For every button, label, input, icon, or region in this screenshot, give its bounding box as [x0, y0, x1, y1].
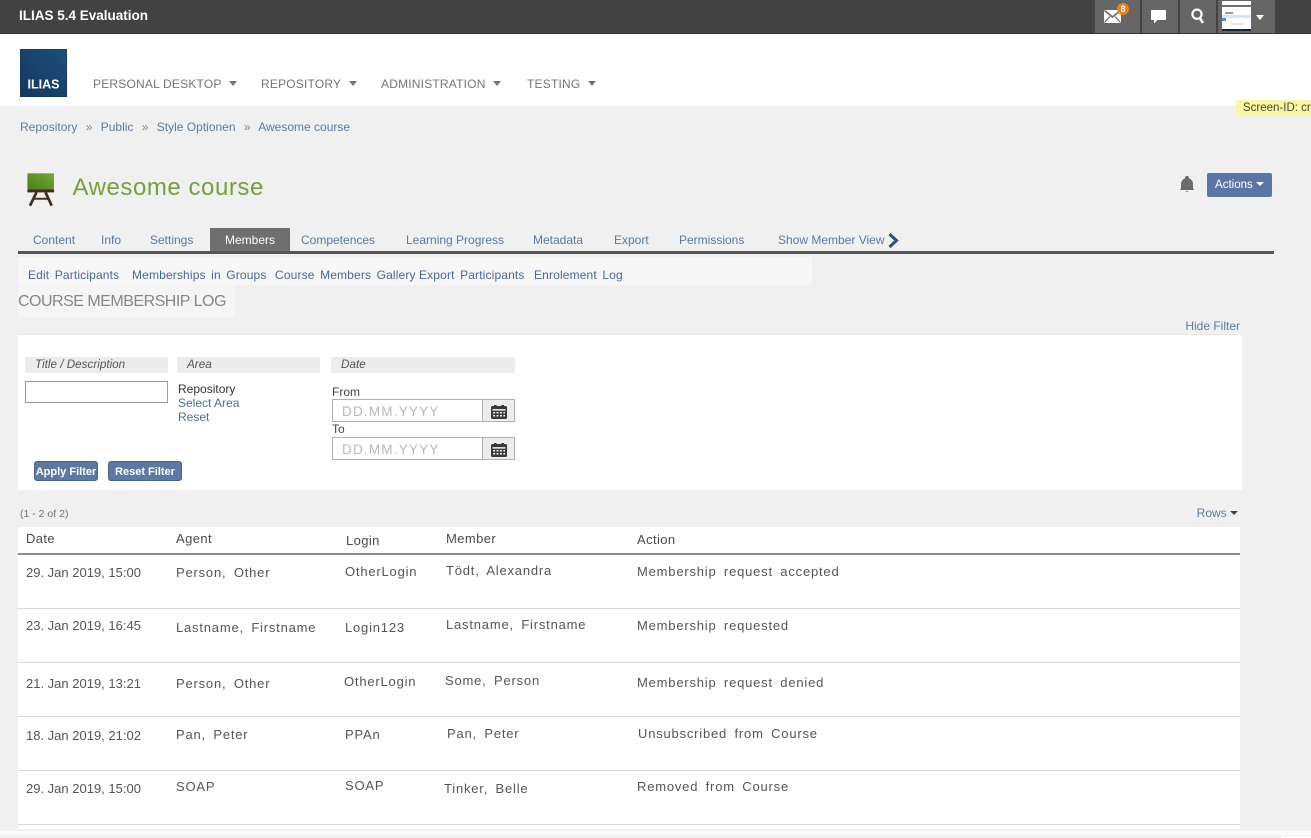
svg-text:ILIAS: ILIAS [28, 78, 60, 92]
